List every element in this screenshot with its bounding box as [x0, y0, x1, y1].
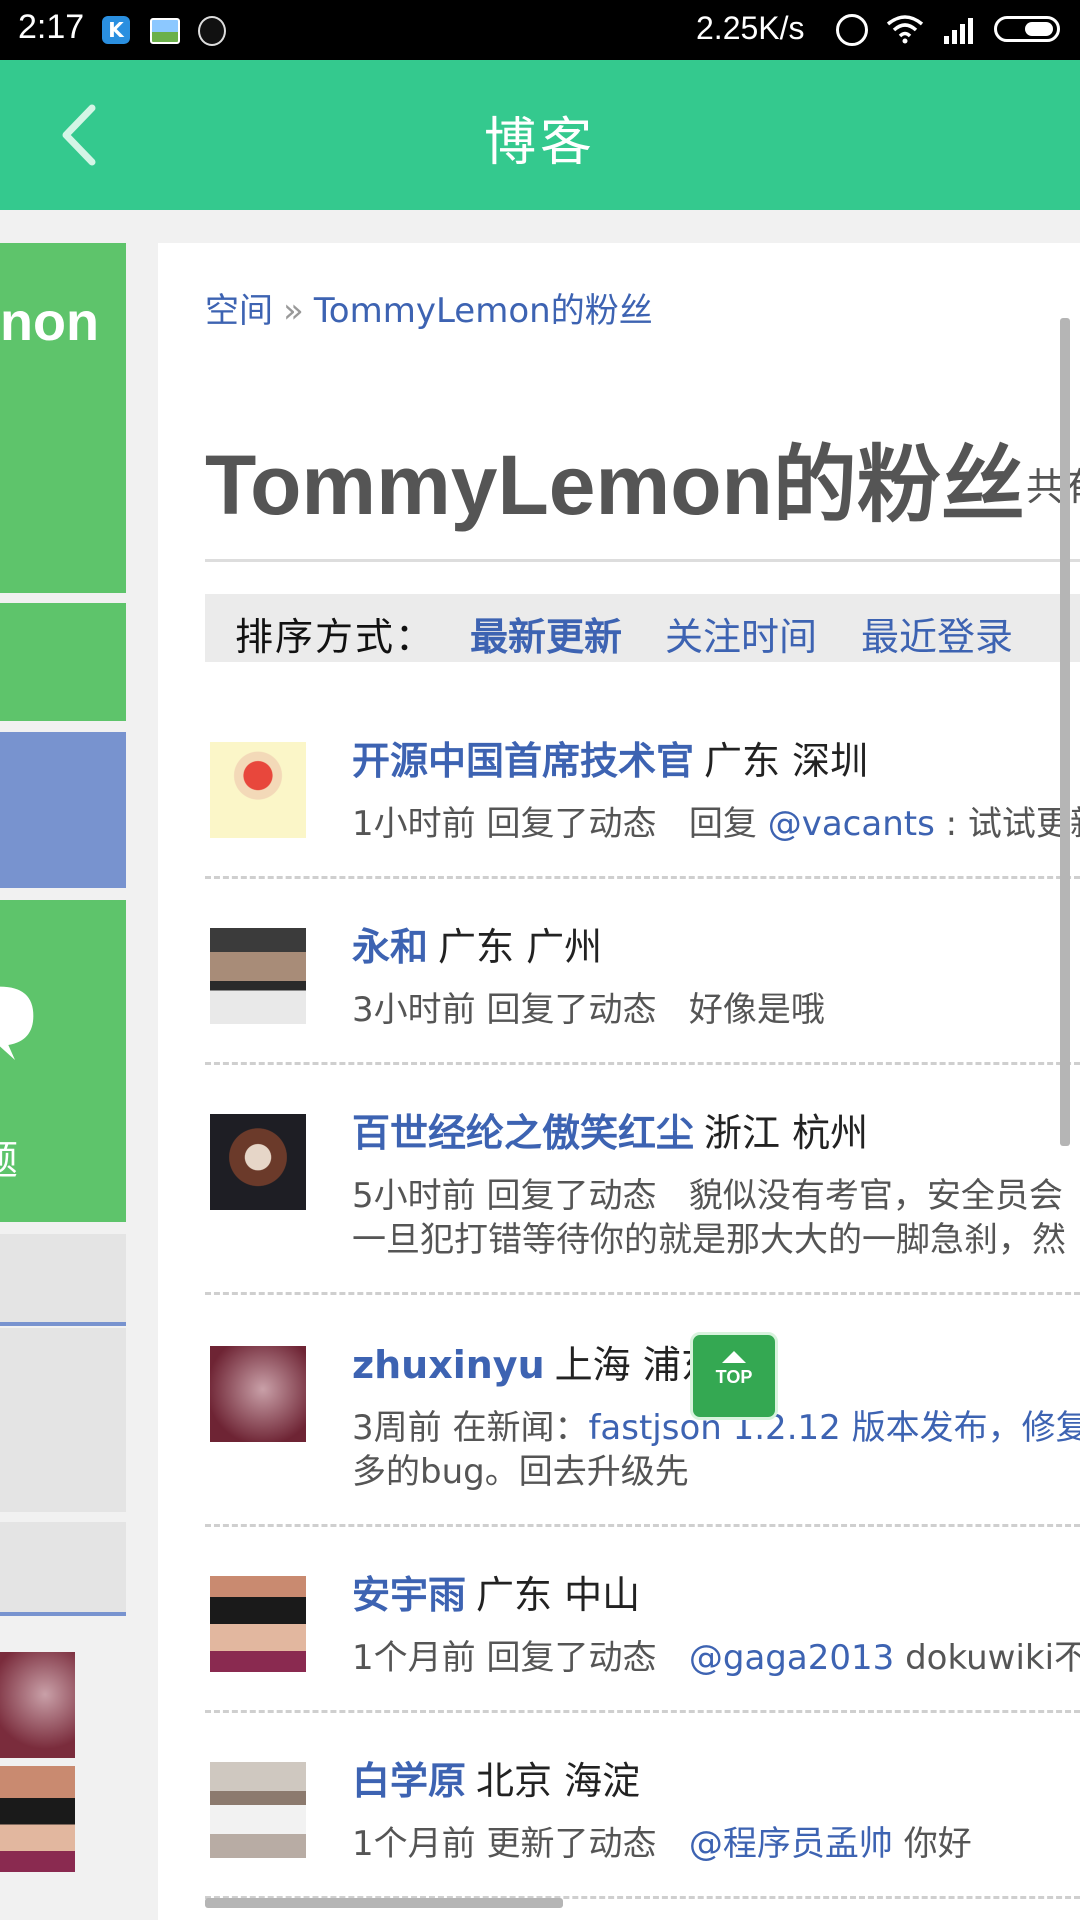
breadcrumb-separator: »	[283, 291, 304, 331]
follower-name[interactable]: 开源中国首席技术官 广东 深圳	[352, 730, 868, 785]
arrow-up-icon	[722, 1351, 746, 1363]
wifi-icon	[886, 15, 924, 44]
follower-row: 开源中国首席技术官 广东 深圳 1小时前 回复了动态 回复 @vacants : …	[205, 730, 1080, 870]
avatar[interactable]	[210, 742, 306, 838]
follower-name[interactable]: 安宇雨 广东 中山	[352, 1564, 640, 1619]
signal-icon	[944, 18, 973, 44]
avatar[interactable]	[210, 1346, 306, 1442]
vertical-scrollbar[interactable]	[1060, 318, 1070, 1146]
battery-icon	[994, 16, 1060, 42]
follower-activity-line2: 一旦犯打错等待你的就是那大大的一脚急刹，然	[352, 1220, 1066, 1260]
page-title: TommyLemon的粉丝	[205, 438, 1025, 532]
follower-activity: 5小时前 回复了动态 貌似没有考官，安全员会	[352, 1176, 1063, 1216]
alarm-icon	[836, 14, 868, 46]
sidebar-tile-blue[interactable]	[0, 732, 126, 888]
mention-link[interactable]: @gaga2013	[689, 1638, 894, 1678]
gallery-icon	[150, 18, 180, 44]
qq-icon	[198, 16, 226, 46]
sidebar-profile-name: non	[0, 292, 99, 352]
sidebar-tile-label: 题	[0, 1128, 18, 1186]
follower-total: 共有	[1026, 465, 1080, 509]
title-divider	[205, 559, 1080, 562]
sidebar-tile-gray-1[interactable]	[0, 1234, 126, 1326]
sort-bar: 排序方式： 最新更新 关注时间 最近登录	[205, 594, 1080, 662]
follower-activity: 1个月前 更新了动态 @程序员孟帅 你好	[352, 1824, 972, 1864]
avatar[interactable]	[210, 1762, 306, 1858]
breadcrumb: 空间» TommyLemon的粉丝	[205, 283, 653, 332]
follower-name[interactable]: 百世经纶之傲笑红尘 浙江 杭州	[352, 1102, 868, 1157]
breadcrumb-current-link[interactable]: TommyLemon的粉丝	[314, 291, 653, 331]
sort-option-follow-time[interactable]: 关注时间	[665, 606, 817, 661]
avatar[interactable]	[210, 928, 306, 1024]
follower-location: 广东 广州	[438, 925, 603, 969]
sidebar-tile-green[interactable]	[0, 603, 126, 721]
row-divider	[205, 1292, 1080, 1295]
sidebar-avatar-1[interactable]	[0, 1652, 75, 1758]
sidebar-profile-card[interactable]: non	[0, 243, 126, 593]
sidebar-tile-gray-2[interactable]	[0, 1328, 126, 1512]
follower-activity: 3小时前 回复了动态 好像是哦	[352, 990, 825, 1030]
sidebar-avatar-2[interactable]	[0, 1766, 75, 1872]
sort-label: 排序方式：	[235, 615, 436, 659]
follower-row: zhuxinyu 上海 浦东 3周前 在新闻：fastjson 1.2.12 版本…	[205, 1334, 1080, 1514]
follower-row: 百世经纶之傲笑红尘 浙江 杭州 5小时前 回复了动态 貌似没有考官，安全员会 一旦…	[205, 1102, 1080, 1282]
avatar[interactable]	[210, 1114, 306, 1210]
breadcrumb-home-link[interactable]: 空间	[205, 291, 273, 331]
avatar[interactable]	[210, 1576, 306, 1672]
sidebar-tile-messages[interactable]: 题	[0, 900, 126, 1222]
back-to-top-button[interactable]: TOP	[690, 1332, 778, 1420]
status-time: 2:17	[18, 8, 85, 46]
follower-location: 浙江 杭州	[704, 1111, 869, 1155]
follower-row: 白学原 北京 海淀 1个月前 更新了动态 @程序员孟帅 你好	[205, 1750, 1080, 1890]
sort-option-last-login[interactable]: 最近登录	[861, 606, 1013, 661]
back-to-top-label: TOP	[715, 1367, 753, 1387]
follower-name[interactable]: 永和 广东 广州	[352, 916, 602, 971]
chat-bubble-icon	[0, 986, 34, 1060]
follower-location: 广东 中山	[476, 1573, 641, 1617]
follower-row: 永和 广东 广州 3小时前 回复了动态 好像是哦	[205, 916, 1080, 1056]
follower-name[interactable]: zhuxinyu 上海 浦东	[352, 1334, 719, 1389]
follower-activity: 1小时前 回复了动态 回复 @vacants : 试试更新	[352, 804, 1080, 844]
row-divider	[205, 1710, 1080, 1713]
follower-activity-line2: 多的bug。回去升级先	[352, 1452, 689, 1492]
follower-row: 安宇雨广东 中山 1个月前 回复了动态 @gaga2013 dokuwiki不错	[205, 1564, 1080, 1704]
status-bar: 2:17 K 2.25K/s	[0, 0, 1080, 60]
follower-location: 广东 深圳	[704, 739, 869, 783]
sidebar-tile-gray-3[interactable]	[0, 1522, 126, 1616]
header-title: 博客	[483, 113, 596, 173]
row-divider	[205, 876, 1080, 879]
network-speed: 2.25K/s	[696, 10, 805, 46]
mention-link[interactable]: @程序员孟帅	[689, 1824, 893, 1864]
follower-activity: 1个月前 回复了动态 @gaga2013 dokuwiki不错	[352, 1638, 1080, 1678]
row-divider	[205, 1062, 1080, 1065]
mention-link[interactable]: @vacants	[768, 804, 935, 844]
follower-location: 北京 海淀	[476, 1759, 641, 1803]
row-divider	[205, 1524, 1080, 1527]
news-link[interactable]: fastjson 1.2.12 版本发布，修复	[588, 1408, 1080, 1448]
follower-name[interactable]: 白学原 北京 海淀	[352, 1750, 640, 1805]
app-k-icon: K	[102, 16, 130, 44]
sort-option-latest[interactable]: 最新更新	[470, 606, 622, 661]
app-header: 博客	[0, 60, 1080, 210]
horizontal-scrollbar[interactable]	[205, 1898, 563, 1908]
